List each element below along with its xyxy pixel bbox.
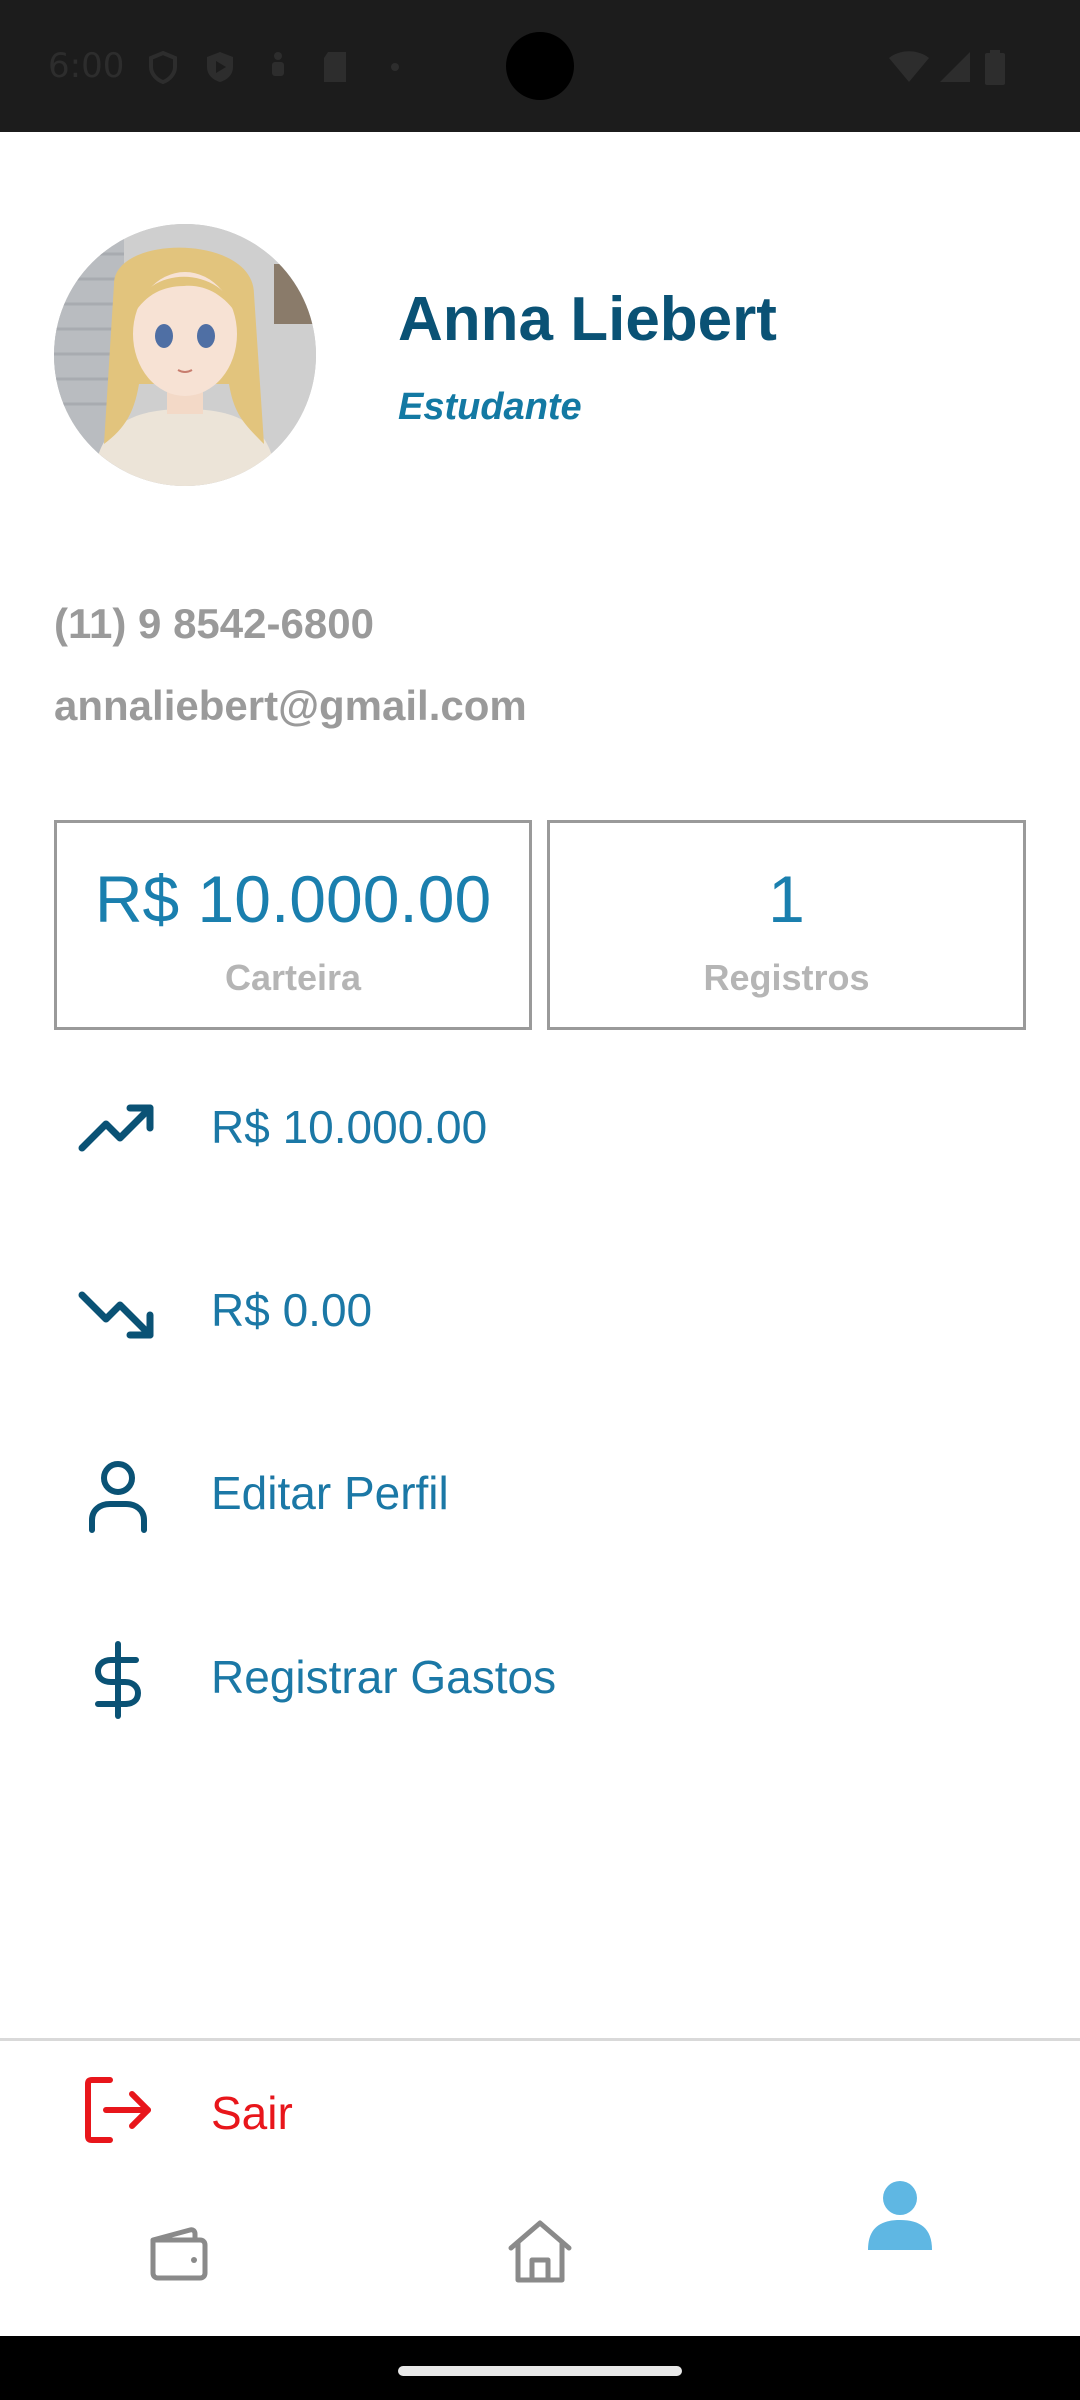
wallet-stat-card: R$ 10.000.00 Carteira	[54, 820, 532, 1030]
trending-up-icon	[78, 1104, 154, 1152]
dollar-icon	[95, 1641, 141, 1719]
divider	[0, 2038, 1080, 2041]
nav-wallet[interactable]	[0, 2160, 360, 2336]
wallet-balance-label: Carteira	[224, 957, 362, 998]
expense-row: R$ 0.00	[0, 1253, 1080, 1363]
wallet-balance-value: R$ 10.000.00	[94, 862, 492, 936]
shield-icon	[149, 50, 177, 84]
wifi-icon	[889, 51, 929, 82]
camera-cutout	[506, 32, 574, 100]
home-gesture-handle[interactable]	[398, 2366, 682, 2376]
user-role: Estudante	[398, 386, 582, 428]
status-time: 6:00	[48, 46, 125, 86]
avatar[interactable]	[54, 224, 316, 486]
register-expenses-label: Registrar Gastos	[211, 1651, 557, 1703]
edit-profile-label: Editar Perfil	[211, 1467, 449, 1519]
logout-icon	[85, 2077, 151, 2143]
register-expenses-button[interactable]: Registrar Gastos	[0, 1620, 1080, 1730]
records-stat-card: 1 Registros	[547, 820, 1026, 1030]
status-bar: 6:00	[0, 0, 1080, 132]
accessibility-icon	[272, 52, 284, 76]
edit-profile-button[interactable]: Editar Perfil	[0, 1436, 1080, 1546]
battery-icon	[985, 50, 1005, 85]
income-total: R$ 10.000.00	[211, 1101, 488, 1153]
profile-icon	[868, 2181, 932, 2250]
user-icon	[89, 1461, 147, 1533]
expense-total: R$ 0.00	[211, 1284, 373, 1336]
phone-number: (11) 9 8542-6800	[54, 600, 374, 647]
records-count-label: Registros	[703, 957, 870, 998]
sd-card-icon	[324, 52, 346, 82]
home-icon	[508, 2220, 572, 2283]
wallet-icon	[150, 2227, 208, 2281]
anime-portrait-avatar	[54, 224, 316, 486]
notification-dot-icon	[391, 63, 399, 71]
gesture-navigation-bar	[0, 2336, 1080, 2400]
income-row: R$ 10.000.00	[0, 1070, 1080, 1180]
records-count-value: 1	[768, 862, 805, 936]
play-protect-icon	[207, 52, 233, 82]
logout-label: Sair	[211, 2087, 293, 2139]
user-name: Anna Liebert	[398, 285, 777, 354]
logout-button[interactable]: Sair	[0, 2060, 1080, 2156]
nav-home[interactable]	[360, 2160, 720, 2336]
signal-icon	[940, 52, 970, 82]
trending-down-icon	[78, 1291, 154, 1339]
nav-profile[interactable]	[720, 2160, 1080, 2336]
bottom-navigation	[0, 2160, 1080, 2336]
email-address: annaliebert@gmail.com	[54, 682, 527, 729]
